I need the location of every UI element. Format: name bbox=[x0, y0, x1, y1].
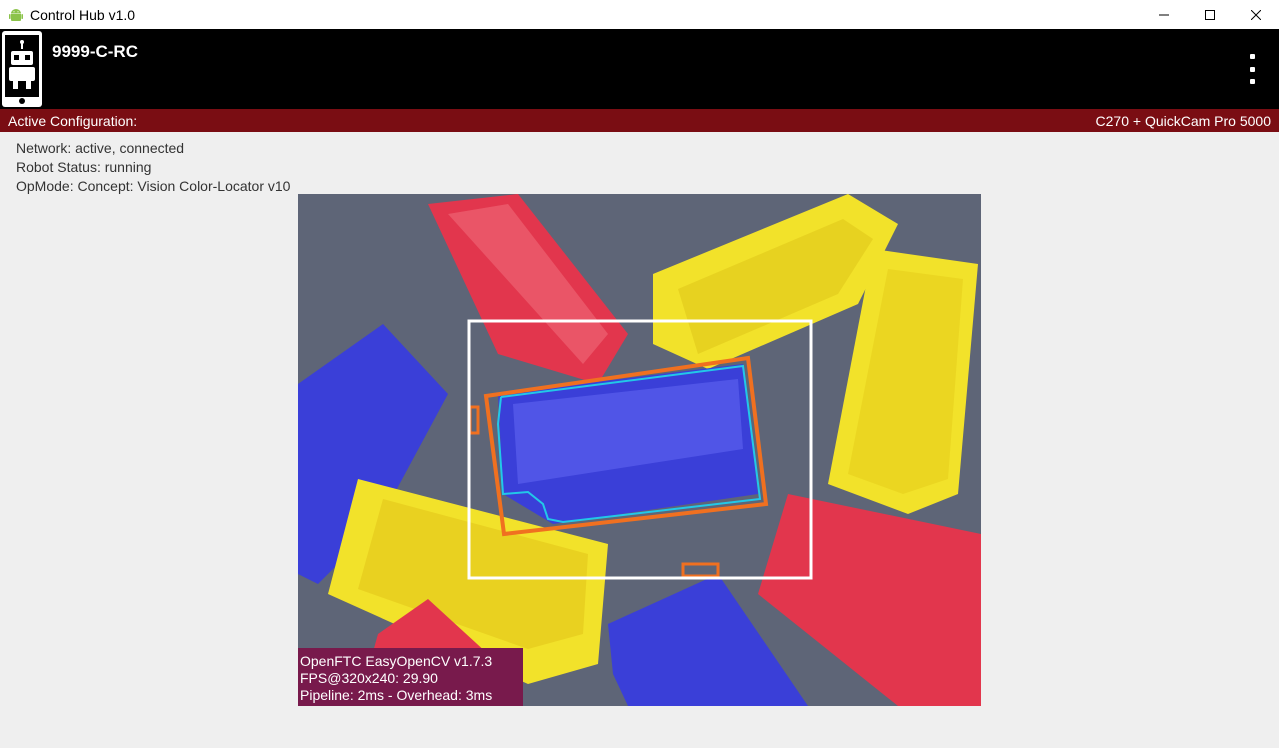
camera-stream: OpenFTC EasyOpenCV v1.7.3 FPS@320x240: 2… bbox=[298, 194, 981, 706]
active-configuration-bar: Active Configuration: C270 + QuickCam Pr… bbox=[0, 109, 1279, 132]
android-icon bbox=[9, 8, 23, 21]
robot-status: Robot Status: running bbox=[16, 159, 152, 175]
active-configuration-value: C270 + QuickCam Pro 5000 bbox=[1095, 113, 1271, 129]
pipeline-timing: Pipeline: 2ms - Overhead: 3ms bbox=[300, 687, 493, 703]
close-button[interactable] bbox=[1233, 0, 1279, 29]
maximize-icon bbox=[1205, 9, 1215, 20]
minimize-icon bbox=[1159, 14, 1169, 15]
easyopencv-version: OpenFTC EasyOpenCV v1.7.3 bbox=[300, 653, 493, 669]
fps-readout: FPS@320x240: 29.90 bbox=[300, 670, 438, 686]
opmode-status: OpMode: Concept: Vision Color-Locator v1… bbox=[16, 178, 291, 194]
window-controls bbox=[1141, 0, 1279, 29]
pipeline-stats-overlay: OpenFTC EasyOpenCV v1.7.3 FPS@320x240: 2… bbox=[298, 648, 523, 706]
minimize-button[interactable] bbox=[1141, 0, 1187, 29]
close-icon bbox=[1251, 9, 1261, 20]
window-title: Control Hub v1.0 bbox=[30, 6, 136, 23]
robot-phone-icon bbox=[2, 31, 42, 107]
status-panel: Network: active, connected Robot Status:… bbox=[16, 139, 290, 196]
camera-frame bbox=[298, 194, 981, 706]
network-status: Network: active, connected bbox=[16, 140, 185, 156]
window-titlebar: Control Hub v1.0 bbox=[0, 0, 1279, 29]
active-configuration-label: Active Configuration: bbox=[8, 113, 138, 129]
robot-name: 9999-C-RC bbox=[52, 42, 138, 61]
app-header: 9999-C-RC bbox=[0, 29, 1279, 109]
maximize-button[interactable] bbox=[1187, 0, 1233, 29]
more-vert-icon[interactable] bbox=[1245, 54, 1259, 84]
